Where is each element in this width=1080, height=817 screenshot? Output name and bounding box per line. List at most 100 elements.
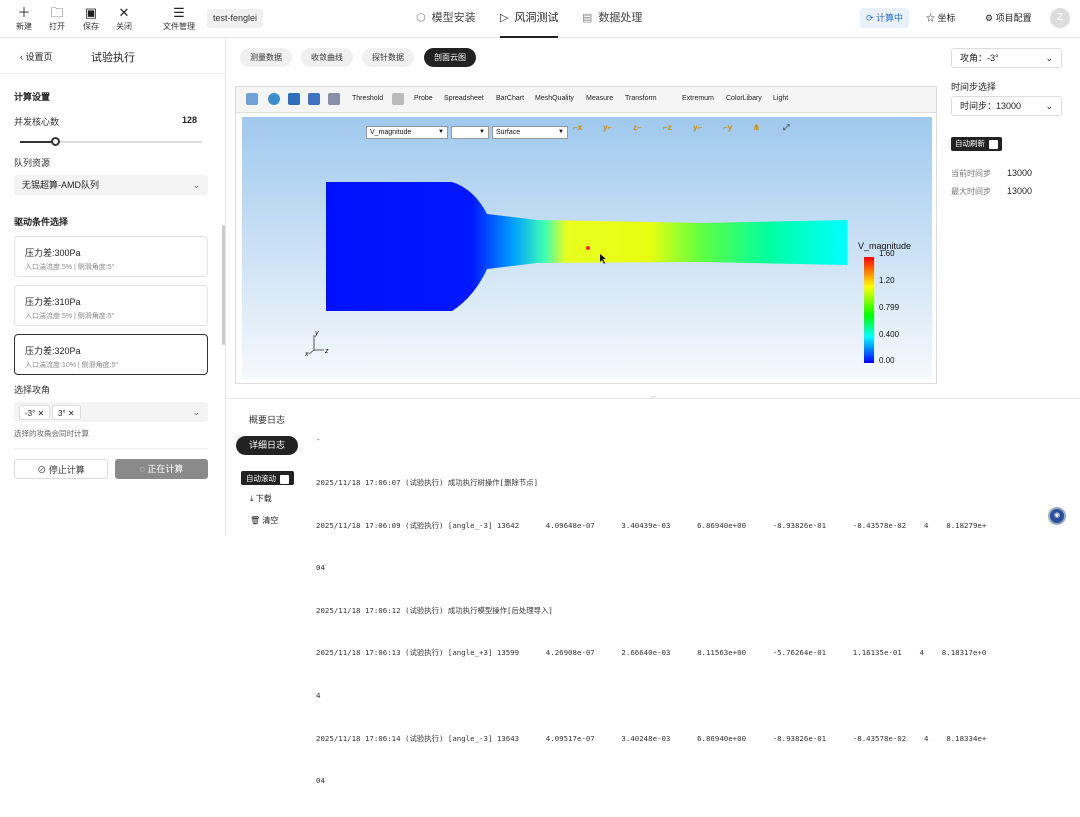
rotate-icon[interactable] <box>268 93 280 105</box>
log-output: - 2025/11/18 17:06:07 (试验执行) 成功执行树操作[删除节… <box>316 405 1076 817</box>
axis-x-label: x <box>304 351 309 358</box>
close-icon: ✕ <box>118 5 130 20</box>
current-step-value: 13000 <box>1007 168 1033 178</box>
close-button[interactable]: ✕ 关闭 <box>111 6 137 32</box>
file-list-icon: ☰ <box>173 5 185 20</box>
detail-log-button[interactable]: 详细日志 <box>236 436 298 455</box>
stop-icon: ⊘ <box>37 465 49 475</box>
tab-model-install[interactable]: ⬡ 模型安装 <box>416 0 476 38</box>
toggle-switch[interactable] <box>989 139 998 149</box>
calculating-status[interactable]: ⟳ 计算中 <box>860 8 910 28</box>
probe-marker <box>586 246 590 250</box>
tool-spreadsheet[interactable]: Spreadsheet <box>444 95 484 102</box>
running-button[interactable]: ◌ 正在计算 <box>115 459 208 479</box>
view-icon[interactable] <box>246 93 258 105</box>
slider-handle[interactable] <box>51 137 61 146</box>
chevron-down-icon: ⌄ <box>1045 53 1053 63</box>
colorbar-tick: 0.00 <box>879 356 895 365</box>
summary-log-button[interactable]: 概要日志 <box>236 411 298 430</box>
max-step-value: 13000 <box>1007 186 1033 196</box>
log-line: 2025/11/18 17:06:13 (试验执行) [angle_+3] 13… <box>316 648 987 658</box>
panel-header: ‹ 设置页 试验执行 <box>0 38 226 74</box>
current-step-label: 当前时间步 <box>951 169 991 178</box>
tool-transform[interactable]: Transform <box>625 95 657 102</box>
chevron-down-icon: ⌄ <box>1045 101 1053 111</box>
open-button[interactable]: 🗀 打开 <box>44 6 70 32</box>
tab-wind-tunnel[interactable]: ▷ 风洞测试 <box>500 0 559 38</box>
project-config-button[interactable]: ⚙ 项目配置 <box>985 8 1032 28</box>
auto-refresh-toggle[interactable]: 自动刷新 <box>951 137 1002 151</box>
colorbar-tick: 1.60 <box>879 249 895 258</box>
tab-convergence[interactable]: 收敛曲线 <box>301 48 353 67</box>
max-step-label: 最大时间步 <box>951 187 991 196</box>
close-icon[interactable]: ✕ <box>35 409 45 418</box>
viewer-toolbar: Threshold Probe Spreadsheet BarChart Mes… <box>236 87 936 113</box>
cores-slider[interactable] <box>20 137 202 146</box>
log-line: - <box>316 435 321 445</box>
timestep-select[interactable]: 时间步：13000 ⌄ <box>951 96 1062 116</box>
tool-threshold[interactable]: Threshold <box>352 95 383 102</box>
cube-face-icon[interactable] <box>308 93 320 105</box>
trash-icon: 🗑 <box>250 516 263 525</box>
log-line: 2025/11/18 17:06:07 (试验执行) 成功执行树操作[删除节点] <box>316 478 539 488</box>
stack-icon[interactable] <box>328 93 340 105</box>
clear-button[interactable]: 🗑 清空 <box>250 515 278 526</box>
download-button[interactable]: ⤓ 下载 <box>250 493 272 504</box>
aoa-select[interactable]: 攻角：-3° ⌄ <box>951 48 1062 68</box>
aoa-hint: 选择的攻角会同时计算 <box>14 429 89 438</box>
save-button[interactable]: ▣ 保存 <box>78 6 104 32</box>
tool-barchart[interactable]: BarChart <box>496 95 524 102</box>
tool-extremum[interactable]: Extremum <box>682 95 714 102</box>
assistant-icon[interactable]: ◉ <box>1048 507 1066 525</box>
toggle-switch[interactable] <box>280 474 289 484</box>
file-management-button[interactable]: ☰ 文件管理 <box>161 6 197 32</box>
tool-colorlibary[interactable]: ColorLibary <box>726 95 762 102</box>
tool-light[interactable]: Light <box>773 95 788 102</box>
coordinate-button[interactable]: ☆ 坐标 <box>926 8 956 28</box>
tab-probe-data[interactable]: 探针数据 <box>362 48 414 67</box>
colorbar <box>864 257 874 363</box>
log-panel: 概要日志 详细日志 自动滚动 ⤓ 下载 🗑 清空 - 2025/11/18 17… <box>226 398 1080 785</box>
axis-x-line <box>308 349 315 355</box>
tab-measure-data[interactable]: 测量数据 <box>240 48 292 67</box>
aoa-tag[interactable]: 3° ✕ <box>52 405 81 420</box>
domain-shape <box>326 182 847 311</box>
queue-select[interactable]: 无锡超算-AMD队列 ⌄ <box>14 175 208 195</box>
viewer: Threshold Probe Spreadsheet BarChart Mes… <box>235 86 937 384</box>
condition-card-selected[interactable]: 压力差:320Pa 入口湍流度:10% | 侧滑角度:5° <box>14 334 208 375</box>
condition-card[interactable]: 压力差:300Pa 入口湍流度:5% | 侧滑角度:5° <box>14 236 208 277</box>
tool-measure[interactable]: Measure <box>586 95 613 102</box>
table-icon: ▤ <box>582 12 593 24</box>
floppy-icon: ▣ <box>84 5 98 20</box>
auto-scroll-toggle[interactable]: 自动滚动 <box>241 471 294 485</box>
chevron-down-icon: ⌄ <box>192 407 200 417</box>
tab-data-processing[interactable]: ▤ 数据处理 <box>582 0 642 38</box>
divider <box>14 448 208 449</box>
tool-probe[interactable]: Probe <box>414 95 433 102</box>
stop-calc-button[interactable]: ⊘ 停止计算 <box>14 459 108 479</box>
refresh-icon: ⟳ <box>866 13 877 23</box>
colorbar-tick: 0.799 <box>879 303 900 312</box>
folder-icon: 🗀 <box>50 5 64 20</box>
scrollbar[interactable] <box>222 225 225 345</box>
close-icon[interactable]: ✕ <box>66 409 75 418</box>
axis-z-label: z <box>324 348 329 355</box>
log-line: 2025/11/18 17:06:12 (试验执行) 成功执行模型操作[后处理导… <box>316 605 553 615</box>
colorbar-tick: 0.400 <box>879 330 900 339</box>
cores-value: 128 <box>181 115 197 125</box>
aoa-tag[interactable]: -3° ✕ <box>19 405 51 420</box>
avatar[interactable]: Z <box>1050 8 1070 28</box>
star-icon: ☆ <box>926 13 938 23</box>
cube-icon[interactable] <box>288 93 300 105</box>
tab-section-contour[interactable]: 剖面云图 <box>424 48 476 67</box>
top-toolbar: ＋新建 🗀 打开 ▣ 保存 ✕ 关闭 ☰ 文件管理 test-fenglei ⬡ 模型安装… <box>0 0 1080 38</box>
log-line: 2025/11/18 17:06:14 (试验执行) [angle_-3] 13… <box>316 733 987 743</box>
render-canvas[interactable]: V_magnitude ▼ ▼ Surface ▼ ⌐x y⌐ z⌐ ⌐z y⌐ ⌐… <box>242 117 932 379</box>
tool-meshquality[interactable]: MeshQuality <box>535 95 574 102</box>
condition-card[interactable]: 压力差:310Pa 入口湍流度:5% | 侧滑角度:5° <box>14 285 208 326</box>
back-button[interactable]: ‹ 设置页 <box>20 50 53 63</box>
aoa-label: 选择攻角 <box>14 385 51 395</box>
chart-area-icon[interactable] <box>392 93 404 105</box>
project-name: test-fenglei <box>207 9 264 28</box>
new-button[interactable]: ＋新建 <box>11 6 37 32</box>
